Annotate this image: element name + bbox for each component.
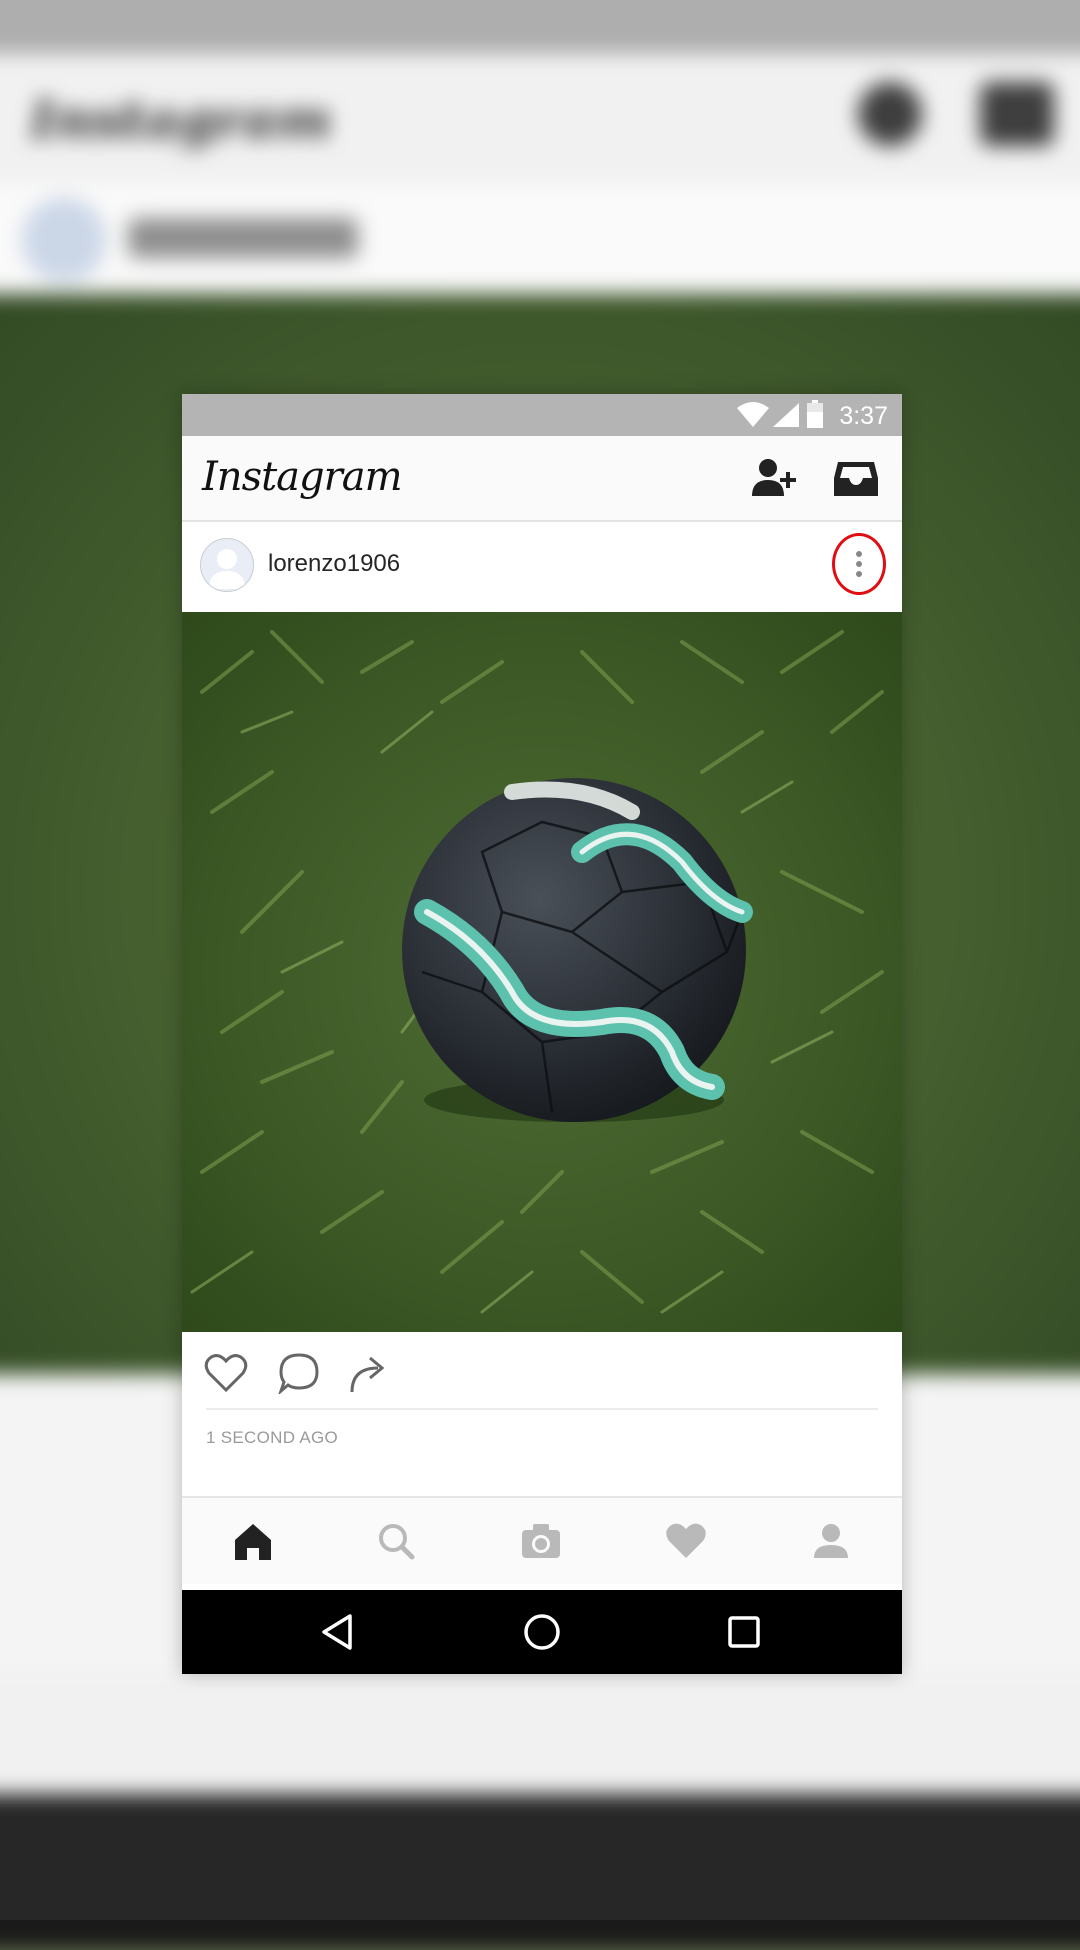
app-toolbar: Instagram — [182, 436, 902, 522]
avatar[interactable] — [200, 538, 254, 592]
home-circle-icon[interactable] — [520, 1610, 564, 1654]
search-icon — [379, 1524, 415, 1560]
post-actions: 1 SECOND AGO — [182, 1332, 902, 1496]
inbox-icon[interactable] — [834, 458, 878, 498]
like-heart-icon[interactable] — [204, 1352, 248, 1394]
tab-profile[interactable] — [807, 1518, 855, 1564]
tab-activity[interactable] — [662, 1518, 710, 1564]
home-icon — [235, 1524, 271, 1560]
bottom-tab-bar — [182, 1496, 902, 1584]
post-photo[interactable] — [182, 612, 902, 1332]
signal-icon — [773, 403, 799, 427]
app-logo: Instagram — [202, 454, 403, 500]
status-bar: 3:37 — [182, 394, 902, 436]
highlight-ring — [832, 533, 886, 595]
activity-heart-icon — [666, 1523, 706, 1558]
battery-icon — [807, 400, 823, 428]
post-timestamp: 1 SECOND AGO — [206, 1428, 339, 1447]
profile-icon — [814, 1524, 848, 1558]
add-user-icon[interactable] — [750, 458, 798, 498]
share-icon[interactable] — [348, 1352, 388, 1394]
camera-icon — [522, 1524, 560, 1558]
default-avatar-icon — [209, 549, 245, 589]
recents-icon[interactable] — [722, 1610, 766, 1654]
back-icon[interactable] — [316, 1610, 360, 1654]
tab-home[interactable] — [229, 1518, 277, 1564]
system-nav-bar — [182, 1590, 902, 1674]
status-time: 3:37 — [839, 402, 888, 430]
post-header: lorenzo1906 — [182, 522, 902, 612]
tab-search[interactable] — [372, 1518, 420, 1564]
post-username[interactable]: lorenzo1906 — [268, 550, 400, 578]
soccer-ball-on-grass-image — [182, 612, 902, 1332]
tab-camera[interactable] — [517, 1518, 565, 1564]
divider — [206, 1408, 878, 1410]
comment-icon[interactable] — [278, 1352, 320, 1394]
phone-screen: 3:37 Instagram lorenzo1906 1 SECOND AGO — [182, 394, 902, 1674]
wifi-icon — [737, 402, 769, 427]
